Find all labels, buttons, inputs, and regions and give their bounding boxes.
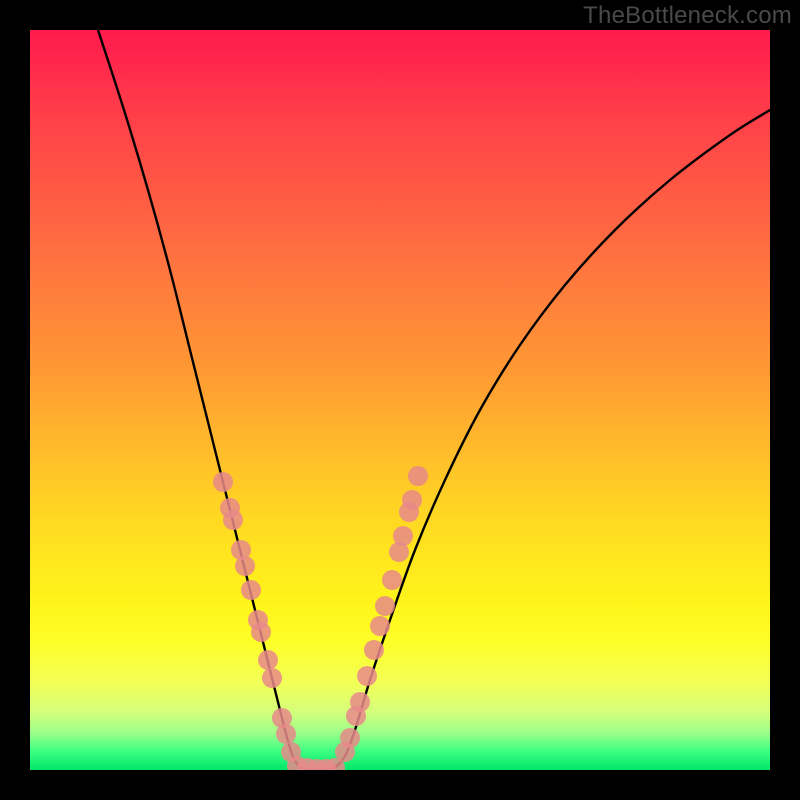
right-beads bbox=[335, 466, 428, 762]
chart-frame: TheBottleneck.com bbox=[0, 0, 800, 800]
curve-svg bbox=[30, 30, 770, 770]
plot-area bbox=[30, 30, 770, 770]
watermark-text: TheBottleneck.com bbox=[583, 2, 792, 30]
bottleneck-curve bbox=[98, 30, 770, 770]
bottom-beads bbox=[287, 756, 345, 770]
left-beads bbox=[213, 472, 301, 762]
